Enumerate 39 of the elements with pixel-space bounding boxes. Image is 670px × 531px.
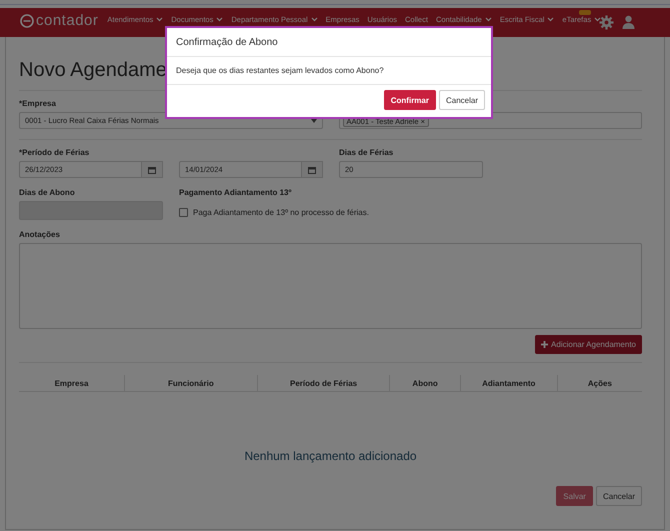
- column-header: Adiantamento: [460, 375, 558, 391]
- field-label: Dias de Abono: [19, 188, 76, 199]
- caret-icon: [156, 17, 164, 22]
- page-title: Novo Agendame: [19, 58, 167, 82]
- field-label: Pagamento Adiantamento 13º: [179, 188, 292, 199]
- column-header: Empresa: [19, 375, 125, 391]
- field-label: Anotações: [19, 230, 61, 241]
- empty-message: Nenhum lançamento adicionado: [244, 449, 417, 463]
- calendar-button[interactable]: [302, 161, 323, 178]
- notes-field[interactable]: [19, 243, 642, 329]
- column-header: Abono: [390, 375, 461, 391]
- dialog-title: Confirmação de Abono: [176, 36, 278, 48]
- dialog-button[interactable]: Confirmar: [384, 90, 436, 110]
- caret-icon: [310, 17, 318, 22]
- dialog-button[interactable]: Cancelar: [438, 90, 485, 110]
- add-schedule-button[interactable]: Adicionar Agendamento: [535, 335, 642, 354]
- column-header: Período de Férias: [258, 375, 390, 391]
- caret-icon: [594, 17, 602, 22]
- calendar-icon: [148, 166, 156, 174]
- form-button[interactable]: Cancelar: [596, 486, 642, 506]
- field-label: Dias de Férias: [339, 148, 394, 159]
- user-icon[interactable]: [622, 15, 636, 29]
- caret-icon: [547, 17, 554, 22]
- calendar-button[interactable]: [142, 161, 163, 178]
- checkbox-label: Paga Adiantamento de 13º no processo de férias.: [193, 208, 369, 217]
- badge-icon: [579, 10, 592, 15]
- plus-icon: [541, 341, 548, 348]
- settings-icon[interactable]: [599, 15, 614, 30]
- dialog-message: Deseja que os dias restantes sejam levados como Abono?: [176, 66, 384, 75]
- field-label: *Empresa: [19, 99, 57, 110]
- field-label: *Período de Férias: [19, 148, 90, 159]
- checkbox[interactable]: [179, 208, 188, 217]
- calendar-icon: [308, 166, 316, 174]
- caret-icon: [216, 17, 224, 22]
- column-header: Funcionário: [124, 375, 258, 391]
- column-header: Ações: [586, 378, 613, 390]
- caret-icon: [484, 17, 492, 22]
- logo-icon: [20, 14, 34, 28]
- logo-text[interactable]: contador: [36, 12, 98, 29]
